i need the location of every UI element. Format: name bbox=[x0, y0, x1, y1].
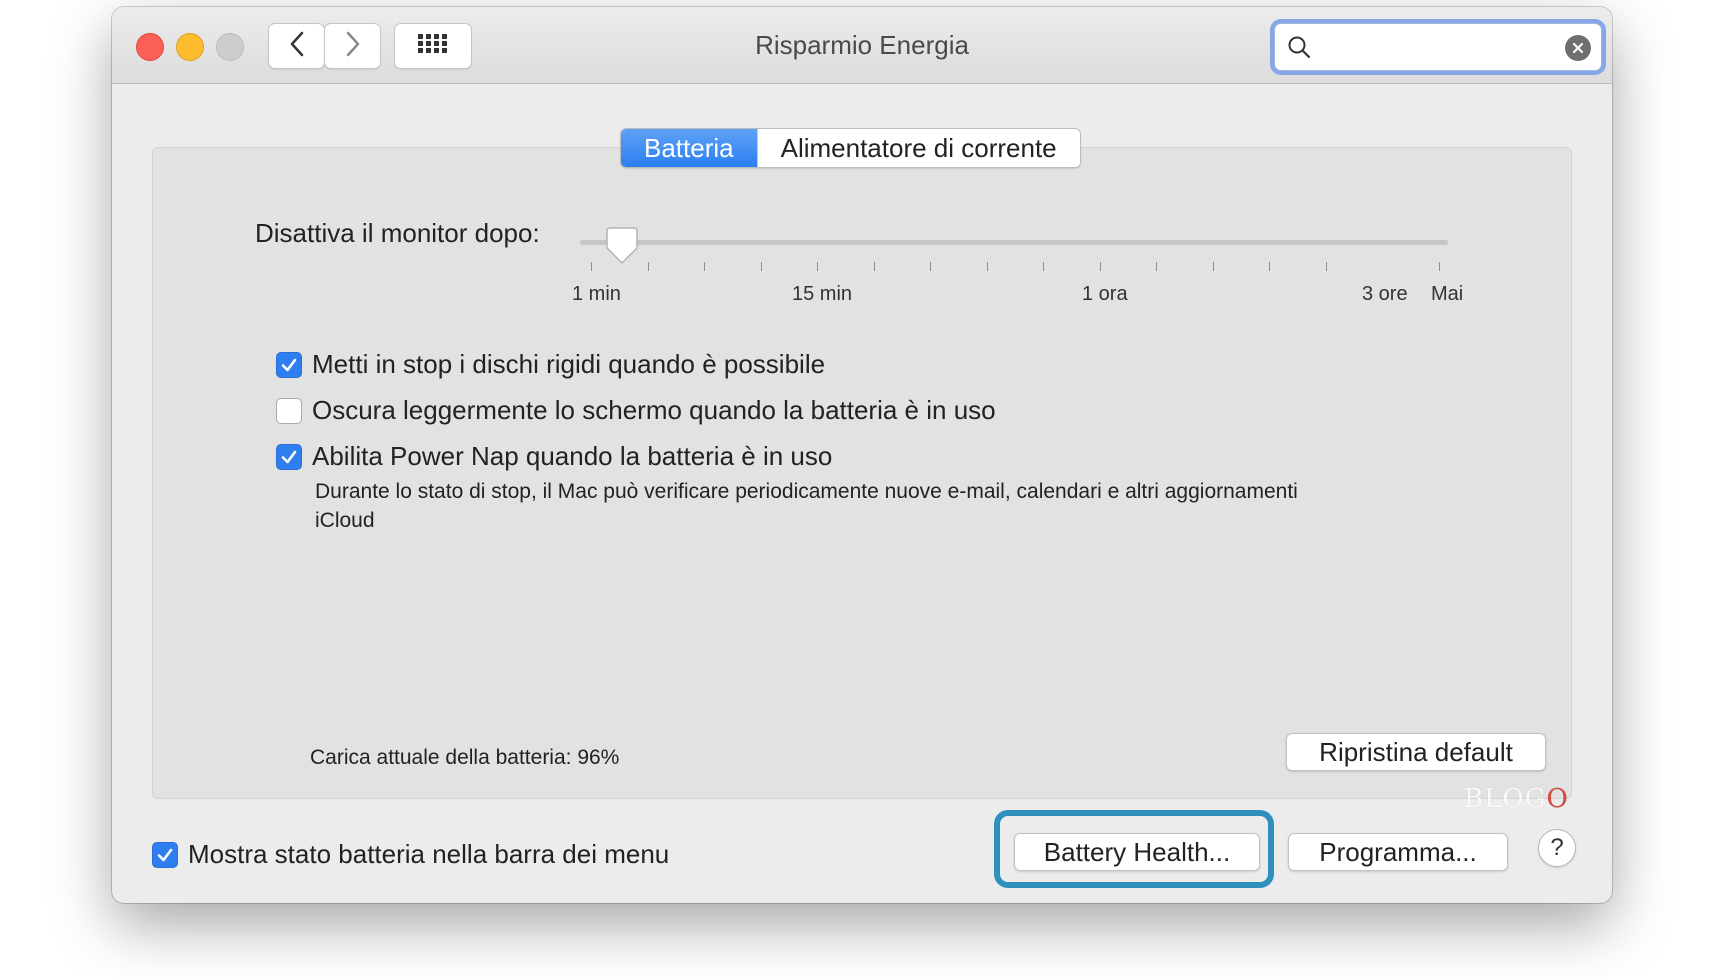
slider-tick bbox=[591, 262, 592, 271]
slider-tick bbox=[817, 262, 818, 271]
slider-tick bbox=[1213, 262, 1214, 271]
checkbox-label: Mostra stato batteria nella barra dei me… bbox=[188, 839, 670, 869]
slider-tick bbox=[1100, 262, 1101, 271]
help-button[interactable]: ? bbox=[1538, 829, 1576, 867]
checkmark-icon bbox=[281, 450, 297, 463]
tab-power-adapter[interactable]: Alimentatore di corrente bbox=[756, 129, 1080, 167]
tab-bar: Batteria Alimentatore di corrente bbox=[620, 128, 1081, 168]
battery-charge-status: Carica attuale della batteria: 96% bbox=[310, 746, 620, 769]
checkbox-label: Metti in stop i dischi rigidi quando è p… bbox=[312, 349, 826, 379]
tick-label: 15 min bbox=[792, 283, 853, 305]
restore-defaults-button[interactable]: Ripristina default bbox=[1286, 733, 1546, 771]
preferences-window: Risparmio Energia Batteria Alimentatore … bbox=[112, 7, 1612, 903]
title-bar: Risparmio Energia bbox=[112, 7, 1612, 84]
tick-label: Mai bbox=[1431, 283, 1464, 305]
tab-battery[interactable]: Batteria bbox=[621, 129, 757, 167]
tick-label: 3 ore bbox=[1362, 283, 1408, 305]
power-nap-description: Durante lo stato di stop, il Mac può ver… bbox=[315, 480, 1298, 532]
checkbox[interactable] bbox=[276, 443, 302, 470]
display-sleep-label: Disattiva il monitor dopo: bbox=[255, 218, 540, 248]
checkbox-label: Abilita Power Nap quando la batteria è i… bbox=[312, 441, 833, 471]
slider-tick bbox=[1439, 262, 1440, 271]
slider-tick bbox=[761, 262, 762, 271]
slider-tick bbox=[1269, 262, 1270, 271]
option-show-battery-status[interactable]: Mostra stato batteria nella barra dei me… bbox=[152, 839, 669, 870]
slider-tick bbox=[874, 262, 875, 271]
slider-tick bbox=[1156, 262, 1157, 271]
slider-tick bbox=[704, 262, 705, 271]
checkmark-icon bbox=[157, 848, 173, 861]
search-input[interactable] bbox=[1321, 32, 1555, 64]
option-dim-display[interactable]: Oscura leggermente lo schermo quando la … bbox=[276, 395, 996, 426]
search-icon bbox=[1287, 35, 1311, 64]
slider-tick bbox=[648, 262, 649, 271]
checkbox-label: Oscura leggermente lo schermo quando la … bbox=[312, 395, 996, 425]
tick-label: 1 min bbox=[572, 283, 621, 305]
display-sleep-slider-knob[interactable] bbox=[605, 226, 639, 271]
checkbox[interactable] bbox=[152, 841, 178, 868]
schedule-button[interactable]: Programma... bbox=[1288, 833, 1508, 871]
search-field[interactable] bbox=[1274, 23, 1602, 71]
slider-tick bbox=[1326, 262, 1327, 271]
option-power-nap[interactable]: Abilita Power Nap quando la batteria è i… bbox=[276, 441, 832, 472]
slider-tick bbox=[1043, 262, 1044, 271]
checkbox[interactable] bbox=[276, 397, 302, 424]
tick-label: 1 ora bbox=[1082, 283, 1128, 305]
display-sleep-slider-track[interactable] bbox=[580, 240, 1448, 245]
checkmark-icon bbox=[281, 358, 297, 371]
slider-tick bbox=[930, 262, 931, 271]
option-hard-disk-sleep[interactable]: Metti in stop i dischi rigidi quando è p… bbox=[276, 349, 825, 380]
highlight-outline bbox=[994, 810, 1274, 888]
watermark-logo: BLOGO bbox=[1464, 784, 1569, 814]
clear-icon[interactable] bbox=[1565, 35, 1591, 61]
slider-tick bbox=[987, 262, 988, 271]
checkbox[interactable] bbox=[276, 351, 302, 378]
